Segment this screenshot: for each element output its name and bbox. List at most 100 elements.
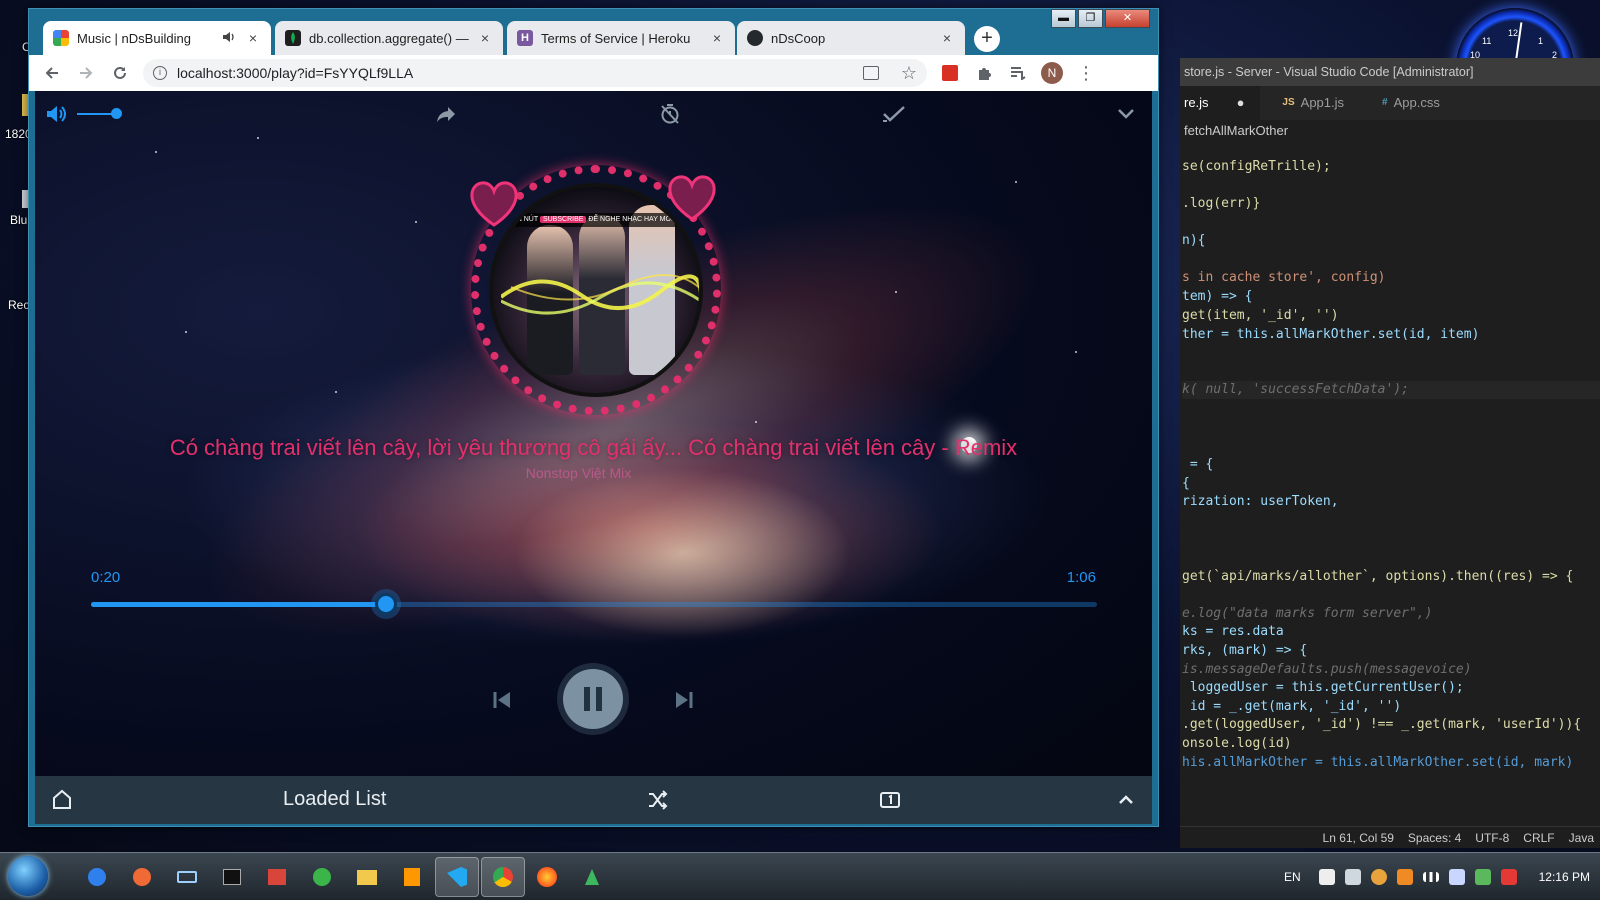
chrome-task-icon[interactable] bbox=[481, 857, 525, 897]
extensions-puzzle-icon[interactable] bbox=[969, 58, 999, 88]
timer-off-icon[interactable] bbox=[657, 101, 683, 127]
heart-right-icon[interactable] bbox=[665, 173, 719, 223]
clock-number: 12 bbox=[1508, 28, 1519, 38]
tab-title: Music | nDsBuilding bbox=[77, 30, 191, 46]
new-tab-button[interactable]: + bbox=[974, 26, 1000, 52]
star bbox=[335, 391, 337, 393]
volume-tray-icon[interactable] bbox=[1344, 869, 1361, 885]
tab-strip: Music | nDsBuilding × db.collection.aggr… bbox=[29, 9, 1158, 55]
maximize-button[interactable]: ❐ bbox=[1078, 9, 1103, 28]
status-cursor-position[interactable]: Ln 61, Col 59 bbox=[1323, 831, 1394, 845]
heart-left-icon[interactable] bbox=[467, 179, 521, 229]
chevron-down-icon[interactable] bbox=[1113, 101, 1139, 127]
repeat-one-icon[interactable] bbox=[877, 787, 903, 813]
volume-slider-handle[interactable] bbox=[111, 108, 122, 119]
green-app-icon[interactable] bbox=[307, 862, 337, 892]
menu-kebab-icon[interactable]: ⋮ bbox=[1071, 58, 1101, 88]
star bbox=[415, 221, 417, 223]
shuffle-icon[interactable] bbox=[645, 787, 671, 813]
security-tray-icon[interactable] bbox=[1474, 869, 1491, 885]
extension-red-icon[interactable] bbox=[935, 58, 965, 88]
share-icon[interactable] bbox=[433, 101, 459, 127]
previous-track-icon[interactable] bbox=[489, 687, 515, 713]
keyboard-icon[interactable] bbox=[172, 862, 202, 892]
media-queue-icon[interactable] bbox=[1003, 58, 1033, 88]
vscode-task-icon[interactable] bbox=[435, 857, 479, 897]
profile-avatar[interactable]: N bbox=[1037, 58, 1067, 88]
speaker-icon[interactable] bbox=[223, 31, 237, 46]
progress-handle[interactable] bbox=[374, 593, 397, 615]
google-favicon-icon bbox=[53, 30, 69, 46]
code-editor[interactable]: se(configReTrille); .log(err)} n){ s in … bbox=[1180, 142, 1600, 782]
vscode-tab-label: App.css bbox=[1393, 95, 1440, 110]
checkmark-icon[interactable] bbox=[881, 101, 907, 127]
sourcetree-icon[interactable] bbox=[577, 862, 607, 892]
vscode-tab[interactable]: # App.css bbox=[1360, 86, 1456, 120]
player-top-controls bbox=[35, 91, 1152, 135]
playlist-label[interactable]: Loaded List bbox=[283, 788, 386, 811]
tab-close-icon[interactable]: × bbox=[245, 30, 261, 46]
zalo-icon[interactable] bbox=[82, 862, 112, 892]
network-signal-icon[interactable] bbox=[1422, 872, 1439, 882]
tab-title: nDsCoop bbox=[771, 30, 826, 46]
tab-github[interactable]: nDsCoop × bbox=[737, 21, 965, 55]
status-line-ending[interactable]: CRLF bbox=[1523, 831, 1554, 845]
progress-fill bbox=[91, 602, 386, 607]
chevron-up-icon[interactable] bbox=[1113, 787, 1139, 813]
vscode-status-bar: Ln 61, Col 59 Spaces: 4 UTF-8 CRLF Java bbox=[1180, 826, 1600, 848]
address-bar[interactable]: i localhost:3000/play?id=FsYYQLf9LLA ☆ bbox=[143, 59, 927, 87]
vscode-tab[interactable]: JS App1.js bbox=[1260, 86, 1360, 120]
star bbox=[895, 291, 897, 293]
reload-button[interactable] bbox=[105, 58, 135, 88]
tab-close-icon[interactable]: × bbox=[939, 30, 955, 46]
minimize-button[interactable]: ▬ bbox=[1051, 9, 1076, 28]
tab-music[interactable]: Music | nDsBuilding × bbox=[43, 21, 271, 55]
close-window-button[interactable]: ✕ bbox=[1105, 9, 1150, 28]
network-tool-icon[interactable] bbox=[262, 862, 292, 892]
current-time: 0:20 bbox=[91, 569, 121, 586]
back-button[interactable] bbox=[37, 58, 67, 88]
volume-icon[interactable] bbox=[43, 101, 69, 127]
code-line: { bbox=[1182, 476, 1190, 491]
star bbox=[1015, 181, 1017, 183]
tray-app-icon[interactable] bbox=[1448, 869, 1465, 885]
tab-heroku[interactable]: H Terms of Service | Heroku × bbox=[507, 21, 735, 55]
bookmark-star-icon[interactable]: ☆ bbox=[901, 63, 917, 84]
translate-icon[interactable] bbox=[862, 66, 879, 80]
action-center-icon[interactable] bbox=[1500, 869, 1517, 885]
code-line: onsole.log(id) bbox=[1182, 736, 1292, 751]
tab-mongodb[interactable]: db.collection.aggregate() — Mo × bbox=[275, 21, 503, 55]
language-indicator[interactable]: EN bbox=[1284, 870, 1301, 884]
status-language[interactable]: Java bbox=[1569, 831, 1594, 845]
tab-close-icon[interactable]: × bbox=[477, 30, 493, 46]
start-button[interactable] bbox=[8, 856, 48, 896]
taskbar-clock[interactable]: 12:16 PM bbox=[1539, 870, 1590, 884]
sublime-text-icon[interactable] bbox=[397, 862, 427, 892]
tab-close-icon[interactable]: × bbox=[709, 30, 725, 46]
code-line: get(item, '_id', '') bbox=[1182, 308, 1339, 323]
status-indentation[interactable]: Spaces: 4 bbox=[1408, 831, 1461, 845]
vscode-tab-label: App1.js bbox=[1300, 95, 1345, 110]
clock-app-icon[interactable] bbox=[127, 862, 157, 892]
forward-button[interactable] bbox=[71, 58, 101, 88]
home-icon[interactable] bbox=[49, 786, 75, 812]
pause-button[interactable] bbox=[563, 669, 623, 729]
tray-app-icon[interactable] bbox=[1318, 869, 1335, 885]
file-explorer-icon[interactable] bbox=[352, 862, 382, 892]
code-line: loggedUser = this.getCurrentUser(); bbox=[1182, 680, 1464, 695]
next-track-icon[interactable] bbox=[671, 687, 697, 713]
info-icon[interactable]: i bbox=[153, 66, 167, 80]
terminal-icon[interactable] bbox=[217, 862, 247, 892]
chrome-tray-icon[interactable] bbox=[1370, 869, 1387, 885]
code-line: rks, (mark) => { bbox=[1182, 643, 1308, 658]
status-encoding[interactable]: UTF-8 bbox=[1475, 831, 1509, 845]
tray-app-icon[interactable] bbox=[1396, 869, 1413, 885]
album-disc[interactable]: NHẤN NÚT SUBSCRIBE ĐỂ NGHE NHẠC HAY MỖI … bbox=[470, 165, 721, 415]
firefox-icon[interactable] bbox=[532, 862, 562, 892]
vscode-breadcrumb[interactable]: fetchAllMarkOther bbox=[1180, 120, 1600, 142]
code-line: is.messageDefaults.push(messagevoice) bbox=[1182, 662, 1472, 677]
code-line: se(configReTrille); bbox=[1182, 159, 1331, 174]
progress-bar[interactable] bbox=[91, 593, 1097, 615]
star bbox=[1075, 351, 1077, 353]
vscode-tab[interactable]: re.js ● bbox=[1180, 86, 1261, 120]
